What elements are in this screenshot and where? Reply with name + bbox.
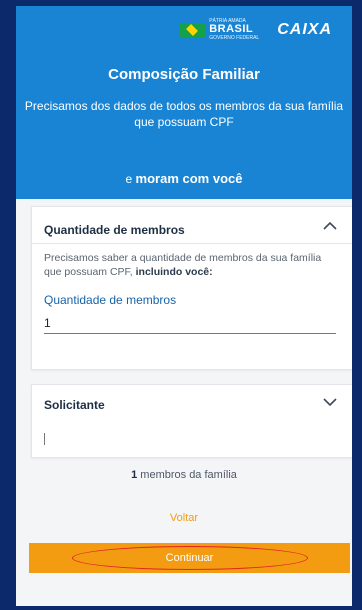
page-title: Composição Familiar (108, 66, 260, 83)
chevron-up-icon[interactable] (322, 219, 338, 233)
members-field-label: Quantidade de membros (44, 293, 177, 307)
brasil-sub-text: GOVERNO FEDERAL (209, 35, 260, 41)
members-card: Quantidade de membros Precisamos saber a… (31, 206, 352, 370)
caixa-logo: CAIXA (277, 20, 332, 38)
members-description: Precisamos saber a quantidade de membros… (44, 252, 322, 278)
solicitante-input-cursor[interactable] (44, 433, 45, 445)
moram-bold: moram com você (135, 171, 243, 186)
chevron-down-icon[interactable] (322, 395, 338, 409)
solicitante-card[interactable]: Solicitante (31, 384, 352, 458)
members-card-title: Quantidade de membros (44, 223, 185, 237)
logos: PÁTRIA AMADA BRASIL GOVERNO FEDERAL CAIX… (179, 18, 332, 41)
page-subtitle: Precisamos dos dados de todos os membros… (24, 99, 344, 129)
header: PÁTRIA AMADA BRASIL GOVERNO FEDERAL CAIX… (16, 6, 352, 199)
moram-text: e moram com você (125, 171, 243, 186)
brasil-flag-icon (179, 22, 206, 37)
back-link[interactable]: Voltar (16, 512, 352, 524)
brasil-logo: PÁTRIA AMADA BRASIL GOVERNO FEDERAL (179, 18, 259, 41)
solicitante-card-title: Solicitante (44, 398, 105, 412)
brasil-name: BRASIL (209, 23, 254, 35)
members-summary: 1 membros da família (131, 469, 237, 481)
members-quantity-input[interactable] (44, 313, 336, 334)
card-divider (32, 243, 352, 244)
continue-button[interactable]: Continuar (29, 543, 350, 573)
app-frame: PÁTRIA AMADA BRASIL GOVERNO FEDERAL CAIX… (16, 6, 352, 606)
